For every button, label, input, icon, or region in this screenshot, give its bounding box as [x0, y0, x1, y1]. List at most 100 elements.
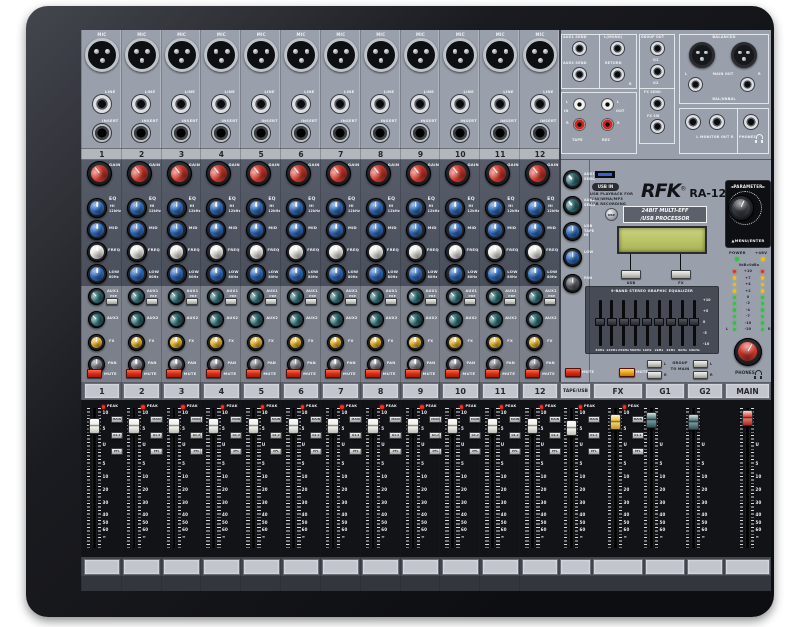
mute-button[interactable]	[246, 369, 262, 378]
mute-button[interactable]	[365, 369, 381, 378]
eq-low-knob[interactable]	[206, 264, 226, 284]
eq-mid-knob[interactable]	[206, 220, 226, 240]
fx-mute-button[interactable]	[619, 368, 635, 377]
eq-freq-knob[interactable]	[366, 242, 386, 262]
aux2-knob[interactable]	[446, 311, 463, 328]
fx-knob[interactable]	[287, 334, 304, 351]
pre-button[interactable]	[305, 298, 317, 305]
mute-button[interactable]	[286, 369, 302, 378]
tape-usb-pfl-button[interactable]: PFL	[588, 448, 601, 455]
aux1-knob[interactable]	[128, 288, 145, 305]
pre-button[interactable]	[265, 298, 277, 305]
mute-button[interactable]	[525, 369, 541, 378]
pre-button[interactable]	[544, 298, 556, 305]
eq-hi-knob[interactable]	[87, 198, 107, 218]
eq-freq-knob[interactable]	[87, 242, 107, 262]
eq-mid-knob[interactable]	[485, 220, 505, 240]
tape-strip-knob-1[interactable]	[563, 196, 582, 215]
geq-slider-250Hz[interactable]	[619, 318, 629, 326]
fx-knob[interactable]	[526, 334, 543, 351]
eq-low-knob[interactable]	[167, 264, 187, 284]
eq-hi-knob[interactable]	[326, 198, 346, 218]
aux1-knob[interactable]	[207, 288, 224, 305]
eq-hi-knob[interactable]	[206, 198, 226, 218]
channel-5-fader-knob[interactable]	[248, 418, 260, 434]
eq-low-knob[interactable]	[286, 264, 306, 284]
eq-hi-knob[interactable]	[286, 198, 306, 218]
pre-button[interactable]	[106, 298, 118, 305]
tape-strip-knob-3[interactable]	[563, 248, 582, 267]
fx-mode-button[interactable]	[671, 270, 691, 279]
fx-knob[interactable]	[168, 334, 185, 351]
eq-hi-knob[interactable]	[246, 198, 266, 218]
aux2-knob[interactable]	[367, 311, 384, 328]
tape-strip-knob-2[interactable]	[563, 222, 582, 241]
channel-12-fader-knob[interactable]	[527, 418, 539, 434]
eq-freq-knob[interactable]	[206, 242, 226, 262]
eq-hi-knob[interactable]	[485, 198, 505, 218]
channel-6-fader-knob[interactable]	[288, 418, 300, 434]
tape-usb-fader-knob[interactable]	[566, 420, 578, 436]
eq-low-knob[interactable]	[87, 264, 107, 284]
pre-button[interactable]	[425, 298, 437, 305]
tape-usb-group-button[interactable]: G1-2	[588, 432, 601, 439]
channel-2-fader-knob[interactable]	[128, 418, 140, 434]
aux1-knob[interactable]	[327, 288, 344, 305]
geq-slider-1kHz[interactable]	[642, 318, 652, 326]
geq-slider-8kHz[interactable]	[678, 318, 688, 326]
aux2-knob[interactable]	[407, 311, 424, 328]
geq-slider-4kHz[interactable]	[666, 318, 676, 326]
eq-freq-knob[interactable]	[246, 242, 266, 262]
fx-knob[interactable]	[327, 334, 344, 351]
eq-low-knob[interactable]	[127, 264, 147, 284]
eq-low-knob[interactable]	[246, 264, 266, 284]
eq-mid-knob[interactable]	[366, 220, 386, 240]
aux2-knob[interactable]	[526, 311, 543, 328]
aux1-knob[interactable]	[446, 288, 463, 305]
aux1-knob[interactable]	[486, 288, 503, 305]
channel-4-fader-knob[interactable]	[208, 418, 220, 434]
group1-track[interactable]	[649, 408, 654, 548]
mute-button[interactable]	[325, 369, 341, 378]
geq-slider-500Hz[interactable]	[630, 318, 640, 326]
aux2-knob[interactable]	[88, 311, 105, 328]
mute-button[interactable]	[405, 369, 421, 378]
aux2-knob[interactable]	[327, 311, 344, 328]
eq-hi-knob[interactable]	[127, 198, 147, 218]
channel-11-fader-knob[interactable]	[487, 418, 499, 434]
eq-low-knob[interactable]	[445, 264, 465, 284]
fx-knob[interactable]	[367, 334, 384, 351]
mute-button[interactable]	[485, 369, 501, 378]
fx-master-main-button[interactable]: MAIN	[632, 416, 645, 423]
fx-knob[interactable]	[446, 334, 463, 351]
eq-mid-knob[interactable]	[445, 220, 465, 240]
eq-mid-knob[interactable]	[286, 220, 306, 240]
aux2-knob[interactable]	[287, 311, 304, 328]
eq-hi-knob[interactable]	[167, 198, 187, 218]
pre-button[interactable]	[186, 298, 198, 305]
mute-button[interactable]	[166, 369, 182, 378]
mute-button[interactable]	[87, 369, 103, 378]
channel-9-fader-knob[interactable]	[407, 418, 419, 434]
fx-master-fader-knob[interactable]	[610, 414, 622, 430]
pre-button[interactable]	[464, 298, 476, 305]
eq-mid-knob[interactable]	[525, 220, 545, 240]
group-to-main-g1-l-button[interactable]	[647, 360, 662, 368]
fx-knob[interactable]	[88, 334, 105, 351]
group-to-main-g1-r-button[interactable]	[647, 371, 662, 379]
group1-fader-knob[interactable]	[646, 412, 658, 428]
geq-slider-120Hz[interactable]	[607, 318, 617, 326]
aux1-knob[interactable]	[407, 288, 424, 305]
channel-12-main-button[interactable]: MAIN	[549, 416, 562, 423]
aux1-knob[interactable]	[88, 288, 105, 305]
fx-knob[interactable]	[128, 334, 145, 351]
parameter-knob[interactable]	[728, 195, 754, 221]
pre-button[interactable]	[504, 298, 516, 305]
aux2-knob[interactable]	[247, 311, 264, 328]
aux1-knob[interactable]	[526, 288, 543, 305]
eq-hi-knob[interactable]	[366, 198, 386, 218]
group2-fader-knob[interactable]	[688, 414, 700, 430]
channel-1-fader-knob[interactable]	[89, 418, 101, 434]
channel-8-fader-knob[interactable]	[367, 418, 379, 434]
fx-knob[interactable]	[407, 334, 424, 351]
